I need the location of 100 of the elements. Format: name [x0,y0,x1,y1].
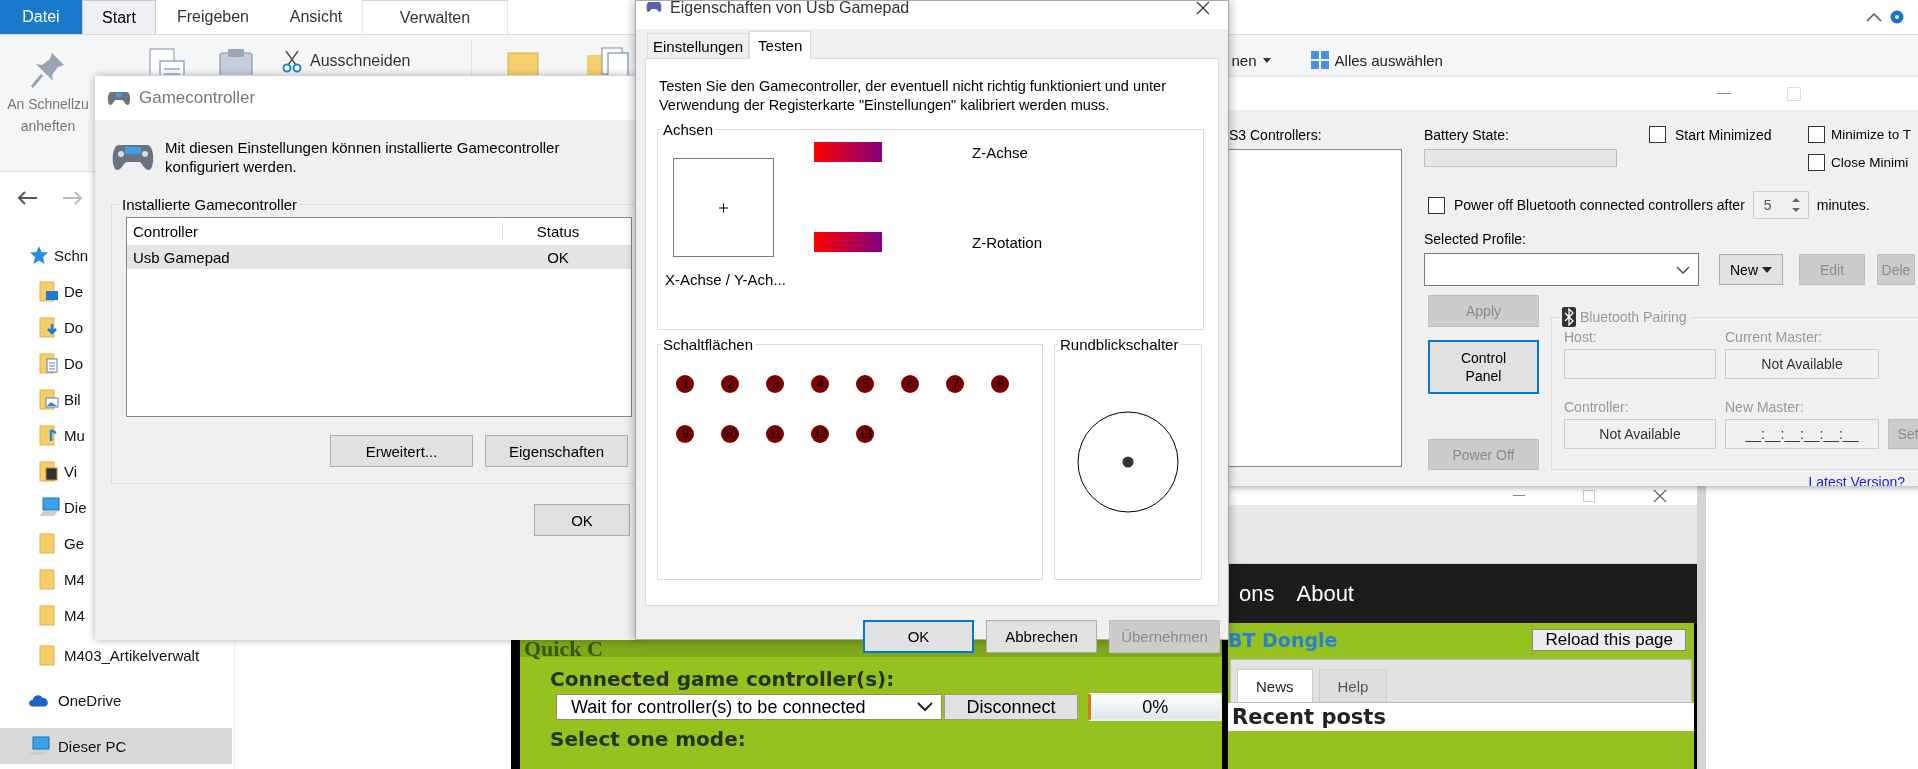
caret-icon [1262,57,1271,63]
nav-item[interactable]: M403_Artikelverwalt [0,641,200,669]
field-label: Controller: [1564,398,1630,417]
field-label: Current Master: [1725,329,1824,347]
checkbox[interactable]: Minimize to T [1808,126,1912,143]
close-icon[interactable] [1196,1,1210,15]
page-title: BT Dongle [1228,629,1338,651]
button-indicator: 2 [721,375,739,393]
nav-item[interactable]: Do [0,345,84,381]
action-button[interactable]: Control Panel [1428,340,1539,394]
nav-item[interactable]: Schn [0,237,89,273]
profile-label: Selected Profile: [1424,231,1527,247]
ok-button[interactable]: OK [534,504,630,536]
nav-item[interactable]: M4 [0,561,85,597]
battery-label: Battery State: [1424,127,1510,143]
clipboard-icon[interactable] [218,47,254,75]
number-spinner[interactable]: 5 [1752,191,1809,219]
ribbon-tab[interactable]: Datei [0,0,82,34]
group-label: Achsen [662,121,715,138]
new-master-field[interactable]: __:__:__:__:__:__ [1725,419,1879,449]
button-indicator: 8 [991,375,1009,393]
description-text: Testen Sie den Gamecontroller, der eventuell nicht richtig funktioniert und unter Verwendung der Registerkarte "Einstellungen" kalibriert werden muss. [658,77,1167,115]
profile-button[interactable]: New [1719,254,1783,285]
nav-item[interactable]: Do [0,309,84,345]
collapse-ribbon-icon[interactable] [1866,12,1882,22]
current-master-field: Not Available [1725,349,1879,379]
button-indicator: 3 [766,375,784,393]
column-header[interactable]: Controller [127,223,503,240]
checkbox-box[interactable] [1428,196,1445,214]
open-dropdown[interactable]: nen [1231,51,1271,69]
column-header[interactable]: Status [503,223,613,240]
caret-icon [1762,266,1772,273]
help-icon[interactable] [1890,9,1904,25]
group-label: Rundblickschalter [1059,336,1180,353]
field-label: Host: [1564,329,1598,347]
dialog-button[interactable]: OK [863,620,974,653]
pictures-folder-icon [38,388,60,410]
disconnect-button[interactable]: Disconnect [944,694,1078,720]
close-icon[interactable] [1653,488,1667,503]
button-indicator: 10 [721,425,739,443]
window-title: Gamecontroller [139,88,256,108]
tab[interactable]: News [1237,669,1313,702]
chevron-icon [1676,265,1690,274]
ribbon-tab[interactable]: Ansicht [270,0,362,34]
checkbox-box[interactable] [1808,126,1825,143]
nav-item[interactable]: M4 [0,597,85,633]
nav-item[interactable]: OneDrive [0,682,122,718]
button-indicator: 6 [901,375,919,393]
nav-item[interactable]: Ge [0,525,84,561]
ribbon-tab[interactable]: Freigeben [156,0,270,34]
select-all-button[interactable]: Alles auswählen [1310,51,1443,69]
gamepad-icon [646,1,662,13]
button-indicator: 13 [856,425,874,443]
profile-dropdown[interactable] [1424,253,1699,286]
checkbox-box[interactable] [1808,154,1825,171]
minimize-icon[interactable] [1513,494,1525,497]
minimize-icon[interactable] [1717,92,1731,95]
cloud-icon [28,692,50,708]
reload-button[interactable]: Reload this page [1532,629,1686,651]
nav-item[interactable]: Bil [0,381,81,417]
documents-folder-icon [38,352,60,374]
controller-select[interactable]: Wait for controller(s) to be connected [556,694,943,720]
tab[interactable]: Help [1318,669,1388,702]
list-label: S3 Controllers: [1229,127,1323,143]
nav-link[interactable]: ons [1239,580,1275,607]
tab[interactable]: Einstellungen [647,33,750,58]
nav-item[interactable]: Vi [0,453,78,489]
cut-button[interactable]: Ausschneiden [282,47,411,75]
button-indicator: 1 [676,375,694,393]
dialog-button[interactable]: Erweitert... [330,435,473,467]
checkbox[interactable]: Power off Bluetooth connected controllers after [1428,196,1745,214]
tab[interactable]: Testen [749,31,812,59]
section-label: Select one mode: [550,727,747,751]
nav-item[interactable]: De [0,273,84,309]
nav-link[interactable]: About [1296,580,1354,607]
axis-bar [814,232,882,252]
checkbox[interactable]: Start Minimized [1649,126,1808,143]
nav-item[interactable]: Dieser PC [0,728,232,764]
dialog-button[interactable]: Abbrechen [986,620,1097,653]
star-icon [28,245,50,265]
group-label: Installierte Gamecontroller [121,196,299,213]
back-icon[interactable] [16,190,38,206]
host-field[interactable] [1564,349,1716,379]
nav-item[interactable]: Mu [0,417,85,453]
checkbox-box[interactable] [1649,126,1666,143]
axis-label: Z-Achse [972,143,1028,161]
ribbon-tab[interactable]: Start [82,0,156,34]
computer-icon [38,497,60,517]
checkbox[interactable]: Close Minimi [1808,154,1912,171]
pin-to-quick-access-button[interactable]: An Schnellzu anheften [6,49,90,137]
dialog-button[interactable]: Eigenschaften [485,435,628,467]
controller-field: Not Available [1564,419,1716,449]
list-row[interactable]: Usb Gamepad OK [127,245,631,269]
nav-item[interactable]: Die [0,489,87,525]
button-indicator: 11 [766,425,784,443]
axis-label: X-Achse / Y-Ach... [665,271,786,288]
button-indicator: 5 [856,375,874,393]
section-label: Connected game controller(s): [550,667,896,691]
description-text: Mit diesen Einstellungen können installierte Gamecontroller konfiguriert werden. [165,138,561,176]
videos-folder-icon [38,460,60,482]
